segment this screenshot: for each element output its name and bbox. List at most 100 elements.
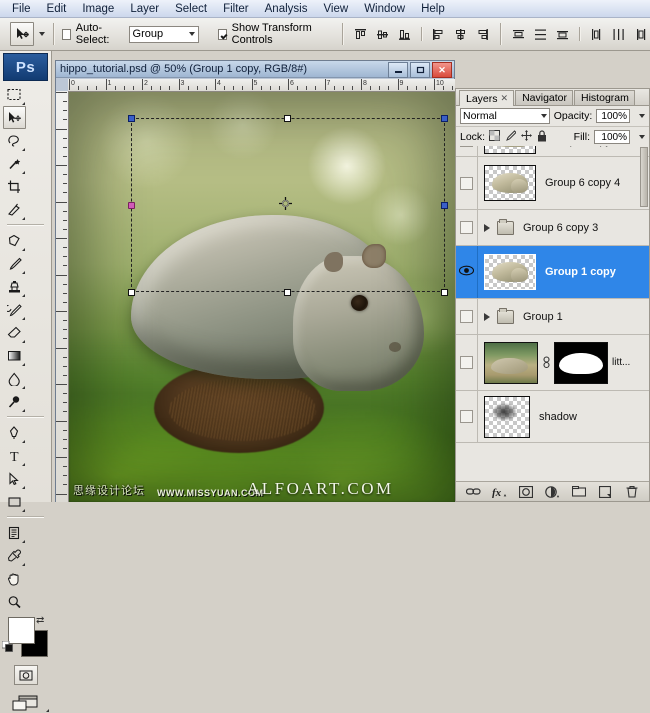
table-row[interactable]: Group 6 copy 5 (456, 146, 649, 157)
align-right-edges-button[interactable] (473, 25, 492, 44)
distribute-top-edges-button[interactable] (509, 25, 528, 44)
rectangular-marquee-tool-icon[interactable] (3, 83, 26, 106)
slice-tool-icon[interactable] (3, 198, 26, 221)
distribute-horizontal-centers-button[interactable] (609, 25, 628, 44)
lock-transparent-pixels-icon[interactable] (489, 130, 501, 144)
eye-icon[interactable] (460, 310, 473, 323)
tab-navigator[interactable]: Navigator (515, 90, 574, 105)
layer-visibility-cell[interactable] (456, 299, 478, 334)
blend-mode-chevron-down-icon[interactable] (540, 114, 547, 118)
layer-thumbnail[interactable] (484, 254, 536, 290)
eye-icon[interactable] (460, 176, 473, 190)
transform-handle-bottom-right[interactable] (441, 289, 448, 296)
layer-visibility-cell[interactable] (456, 157, 478, 209)
dodge-tool-icon[interactable] (3, 390, 26, 413)
table-row[interactable]: Group 6 copy 4 (456, 157, 649, 210)
blur-tool-icon[interactable] (3, 367, 26, 390)
table-row[interactable]: shadow (456, 391, 649, 443)
tab-histogram[interactable]: Histogram (574, 90, 635, 105)
lasso-tool-icon[interactable] (3, 129, 26, 152)
align-bottom-edges-button[interactable] (395, 25, 414, 44)
eye-icon[interactable] (460, 221, 473, 234)
new-group-icon[interactable] (570, 484, 588, 500)
swap-colors-icon[interactable]: ⇄ (36, 615, 44, 626)
menu-item-select[interactable]: Select (167, 1, 215, 17)
document-title-bar[interactable]: hippo_tutorial.psd @ 50% (Group 1 copy, … (56, 61, 454, 78)
close-icon[interactable]: ✕ (501, 93, 509, 104)
delete-layer-icon[interactable] (623, 484, 641, 500)
default-colors-icon[interactable] (1, 640, 13, 652)
hand-tool-icon[interactable] (3, 567, 26, 590)
table-row[interactable]: Group 1 (456, 299, 649, 335)
crop-tool-icon[interactable] (3, 175, 26, 198)
align-vertical-centers-button[interactable] (373, 25, 392, 44)
horizontal-ruler[interactable]: 0 1 2 3 4 5 6 7 8 9 10 (68, 79, 455, 92)
pen-tool-icon[interactable] (3, 421, 26, 444)
zoom-tool-icon[interactable] (3, 590, 26, 613)
distribute-left-edges-button[interactable] (587, 25, 606, 44)
add-layer-mask-icon[interactable] (517, 484, 535, 500)
tool-preset-chevron-down-icon[interactable] (39, 32, 45, 36)
vertical-ruler[interactable] (56, 91, 69, 502)
distribute-right-edges-button[interactable] (631, 25, 650, 44)
eye-icon[interactable] (458, 265, 475, 279)
transform-handle-top-right[interactable] (441, 115, 448, 122)
chevron-right-icon[interactable] (484, 312, 490, 321)
layer-thumbnail[interactable] (484, 146, 536, 154)
image-canvas[interactable]: 思缘设计论坛 WWW.MISSYUAN.COM ALFOART.COM (69, 92, 455, 502)
opacity-input[interactable]: 100% (596, 109, 630, 123)
add-layer-style-icon[interactable]: fx (491, 484, 509, 500)
patch-tool-icon[interactable] (3, 229, 26, 252)
table-row[interactable]: litt... (456, 335, 649, 391)
transform-reference-point-icon[interactable] (279, 197, 292, 210)
eye-icon[interactable] (460, 146, 473, 147)
distribute-bottom-edges-button[interactable] (553, 25, 572, 44)
notes-tool-icon[interactable] (3, 521, 26, 544)
minimize-button[interactable] (388, 62, 408, 78)
fill-chevron-down-icon[interactable] (639, 135, 645, 139)
layer-visibility-cell[interactable] (456, 210, 478, 245)
tab-layers[interactable]: Layers ✕ (459, 90, 515, 106)
menu-item-help[interactable]: Help (413, 1, 453, 17)
align-top-edges-button[interactable] (351, 25, 370, 44)
foreground-color-swatch[interactable] (8, 617, 35, 644)
gradient-tool-icon[interactable] (3, 344, 26, 367)
fill-input[interactable]: 100% (594, 130, 630, 144)
eye-icon[interactable] (460, 356, 473, 369)
chevron-right-icon[interactable] (484, 223, 490, 232)
menu-item-image[interactable]: Image (74, 1, 122, 17)
standard-mode-icon[interactable] (13, 665, 38, 685)
layer-thumbnail[interactable] (484, 165, 536, 201)
auto-select-chevron-down-icon[interactable] (188, 32, 195, 36)
layer-visibility-cell[interactable] (456, 146, 478, 156)
layer-list-scrollbar[interactable] (640, 147, 648, 207)
new-adjustment-layer-icon[interactable] (543, 484, 561, 500)
transform-handle-middle-right[interactable] (441, 202, 448, 209)
new-layer-icon[interactable] (596, 484, 614, 500)
history-brush-tool-icon[interactable] (3, 298, 26, 321)
brush-tool-icon[interactable] (3, 252, 26, 275)
move-tool-icon[interactable] (10, 22, 34, 46)
align-left-edges-button[interactable] (429, 25, 448, 44)
menu-item-filter[interactable]: Filter (215, 1, 257, 17)
opacity-chevron-down-icon[interactable] (639, 114, 645, 118)
layer-thumbnail[interactable] (484, 341, 538, 384)
blend-mode-dropdown[interactable]: Normal (460, 108, 550, 124)
layer-visibility-cell[interactable] (456, 391, 478, 442)
distribute-vertical-centers-button[interactable] (531, 25, 550, 44)
restore-button[interactable] (410, 62, 430, 78)
transform-handle-top-center[interactable] (284, 115, 291, 122)
auto-select-checkbox[interactable] (61, 28, 71, 40)
auto-select-scope-dropdown[interactable]: Group (128, 25, 199, 43)
layer-thumbnail[interactable] (484, 395, 530, 438)
layer-visibility-cell[interactable] (456, 246, 478, 298)
show-transform-controls-checkbox[interactable] (217, 28, 227, 40)
magic-wand-tool-icon[interactable] (3, 152, 26, 175)
transform-handle-bottom-left[interactable] (128, 289, 135, 296)
eye-icon[interactable] (460, 410, 473, 423)
eyedropper-tool-icon[interactable] (3, 544, 26, 567)
lock-image-pixels-icon[interactable] (505, 130, 517, 144)
menu-item-file[interactable]: File (4, 1, 39, 17)
close-button[interactable]: ✕ (432, 62, 452, 78)
move-tool-icon[interactable] (3, 106, 26, 129)
